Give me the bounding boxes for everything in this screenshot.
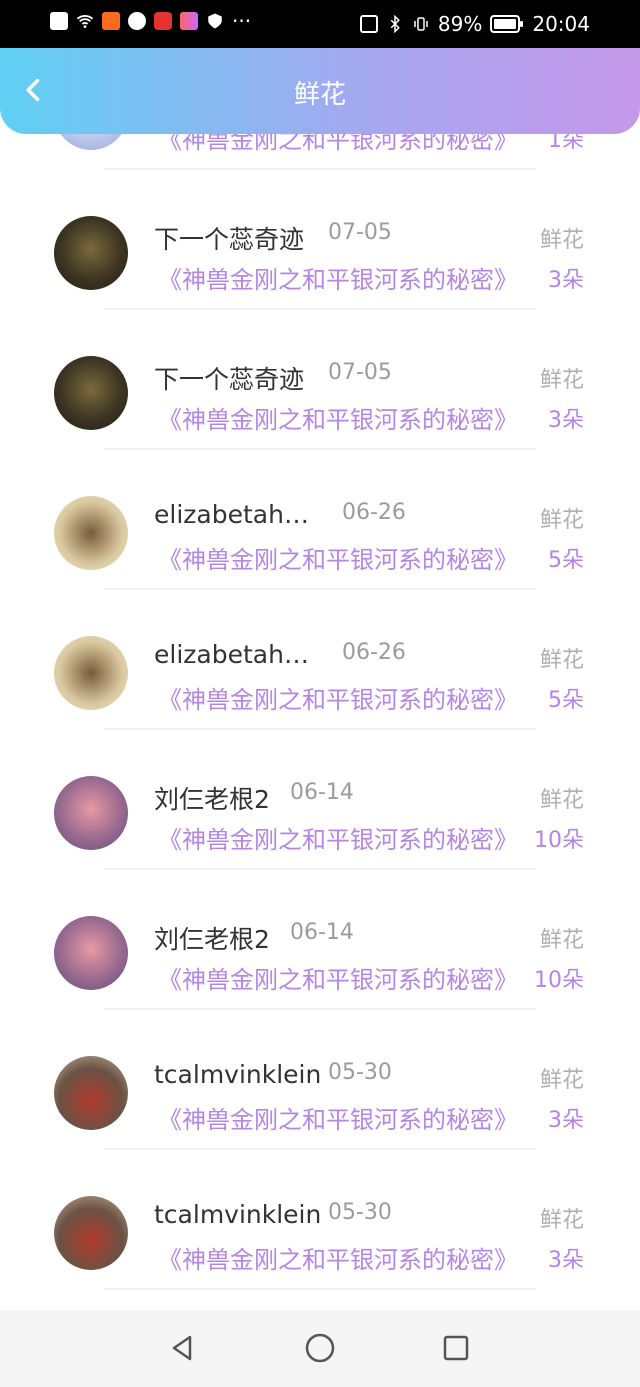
battery-icon	[490, 15, 524, 33]
circle-home-icon[interactable]	[304, 1332, 336, 1364]
status-icons-left: ···	[50, 9, 252, 33]
date: 06-14	[290, 780, 354, 805]
date: 05-30	[328, 1060, 392, 1085]
app-icon-colorful	[180, 12, 198, 30]
app-icon-red	[154, 12, 172, 30]
flower-count: 3朵	[548, 268, 584, 293]
alert-icon	[50, 12, 68, 30]
user-name: elizabetahaskew	[154, 640, 324, 669]
clock: 20:04	[532, 12, 590, 36]
gift-type: 鲜花	[539, 788, 584, 813]
list-item[interactable]: tcalmvinklein 05-30 鲜花 《神兽金刚之和平银河系的秘密》 3…	[0, 1010, 640, 1150]
flower-count: 5朵	[548, 548, 584, 573]
user-name: 下一个蕊奇迹	[154, 225, 305, 254]
flower-list: 《神兽金刚之和平银河系的秘密》 1朵 下一个蕊奇迹 07-05 鲜花 《神兽金刚…	[0, 120, 640, 1310]
flower-count: 3朵	[548, 1248, 584, 1273]
gift-book-title: 《神兽金刚之和平银河系的秘密》	[158, 826, 518, 854]
wifi-icon	[76, 14, 94, 28]
flower-count: 10朵	[534, 828, 584, 853]
avatar	[54, 496, 128, 570]
gift-type: 鲜花	[539, 648, 584, 673]
date: 06-14	[290, 920, 354, 945]
app-icon	[128, 12, 146, 30]
square-recent-icon[interactable]	[440, 1332, 472, 1364]
date: 06-26	[342, 640, 406, 665]
flower-count: 5朵	[548, 688, 584, 713]
date: 07-05	[328, 360, 392, 385]
gift-book-title: 《神兽金刚之和平银河系的秘密》	[158, 1246, 518, 1274]
flower-count: 3朵	[548, 408, 584, 433]
gift-type: 鲜花	[539, 1208, 584, 1233]
gift-book-title: 《神兽金刚之和平银河系的秘密》	[158, 406, 518, 434]
battery-percent: 89%	[437, 12, 483, 36]
list-item[interactable]: tcalmvinklein 05-30 鲜花 《神兽金刚之和平银河系的秘密》 3…	[0, 1150, 640, 1290]
list-item[interactable]: 刘仨老根2 06-14 鲜花 《神兽金刚之和平银河系的秘密》 10朵	[0, 870, 640, 1010]
bluetooth-icon	[390, 15, 400, 33]
flower-count: 10朵	[534, 968, 584, 993]
gift-book-title: 《神兽金刚之和平银河系的秘密》	[158, 266, 518, 294]
gift-book-title: 《神兽金刚之和平银河系的秘密》	[158, 546, 518, 574]
nfc-icon	[359, 15, 378, 33]
user-name: elizabetahaskew	[154, 500, 324, 529]
gift-type: 鲜花	[539, 508, 584, 533]
row-divider	[104, 1288, 536, 1290]
avatar	[54, 216, 128, 290]
gift-book-title: 《神兽金刚之和平银河系的秘密》	[158, 1106, 518, 1134]
list-item[interactable]: 刘仨老根2 06-14 鲜花 《神兽金刚之和平银河系的秘密》 10朵	[0, 730, 640, 870]
gift-book-title: 《神兽金刚之和平银河系的秘密》	[158, 686, 518, 714]
status-bar: ··· 89% 20:04	[0, 0, 640, 48]
more-icon: ···	[232, 9, 252, 33]
gift-type: 鲜花	[539, 228, 584, 253]
avatar	[54, 356, 128, 430]
triangle-back-icon[interactable]	[166, 1332, 198, 1364]
status-icons-right: 89% 20:04	[359, 12, 590, 36]
shield-icon	[208, 13, 222, 29]
user-name: 刘仨老根2	[154, 785, 270, 814]
date: 06-26	[342, 500, 406, 525]
user-name: 刘仨老根2	[154, 925, 270, 954]
gift-type: 鲜花	[539, 1068, 584, 1093]
list-item[interactable]: elizabetahaskew 06-26 鲜花 《神兽金刚之和平银河系的秘密》…	[0, 450, 640, 590]
download-icon	[102, 12, 120, 30]
gift-type: 鲜花	[539, 928, 584, 953]
avatar	[54, 776, 128, 850]
list-item[interactable]: 下一个蕊奇迹 07-05 鲜花 《神兽金刚之和平银河系的秘密》 3朵	[0, 310, 640, 450]
user-name: tcalmvinklein	[154, 1200, 322, 1229]
date: 05-30	[328, 1200, 392, 1225]
header: 鲜花	[0, 48, 640, 134]
user-name: tcalmvinklein	[154, 1060, 322, 1089]
user-name: 下一个蕊奇迹	[154, 365, 305, 394]
avatar	[54, 916, 128, 990]
page-title: 鲜花	[293, 80, 346, 110]
gift-type: 鲜花	[539, 368, 584, 393]
list-item[interactable]: elizabetahaskew 06-26 鲜花 《神兽金刚之和平银河系的秘密》…	[0, 590, 640, 730]
date: 07-05	[328, 220, 392, 245]
system-nav-bar	[0, 1310, 640, 1387]
flower-count: 3朵	[548, 1108, 584, 1133]
gift-book-title: 《神兽金刚之和平银河系的秘密》	[158, 966, 518, 994]
vibrate-icon	[414, 17, 428, 31]
avatar	[54, 636, 128, 710]
list-item[interactable]: 下一个蕊奇迹 07-05 鲜花 《神兽金刚之和平银河系的秘密》 3朵	[0, 170, 640, 310]
avatar	[54, 1196, 128, 1270]
avatar	[54, 1056, 128, 1130]
